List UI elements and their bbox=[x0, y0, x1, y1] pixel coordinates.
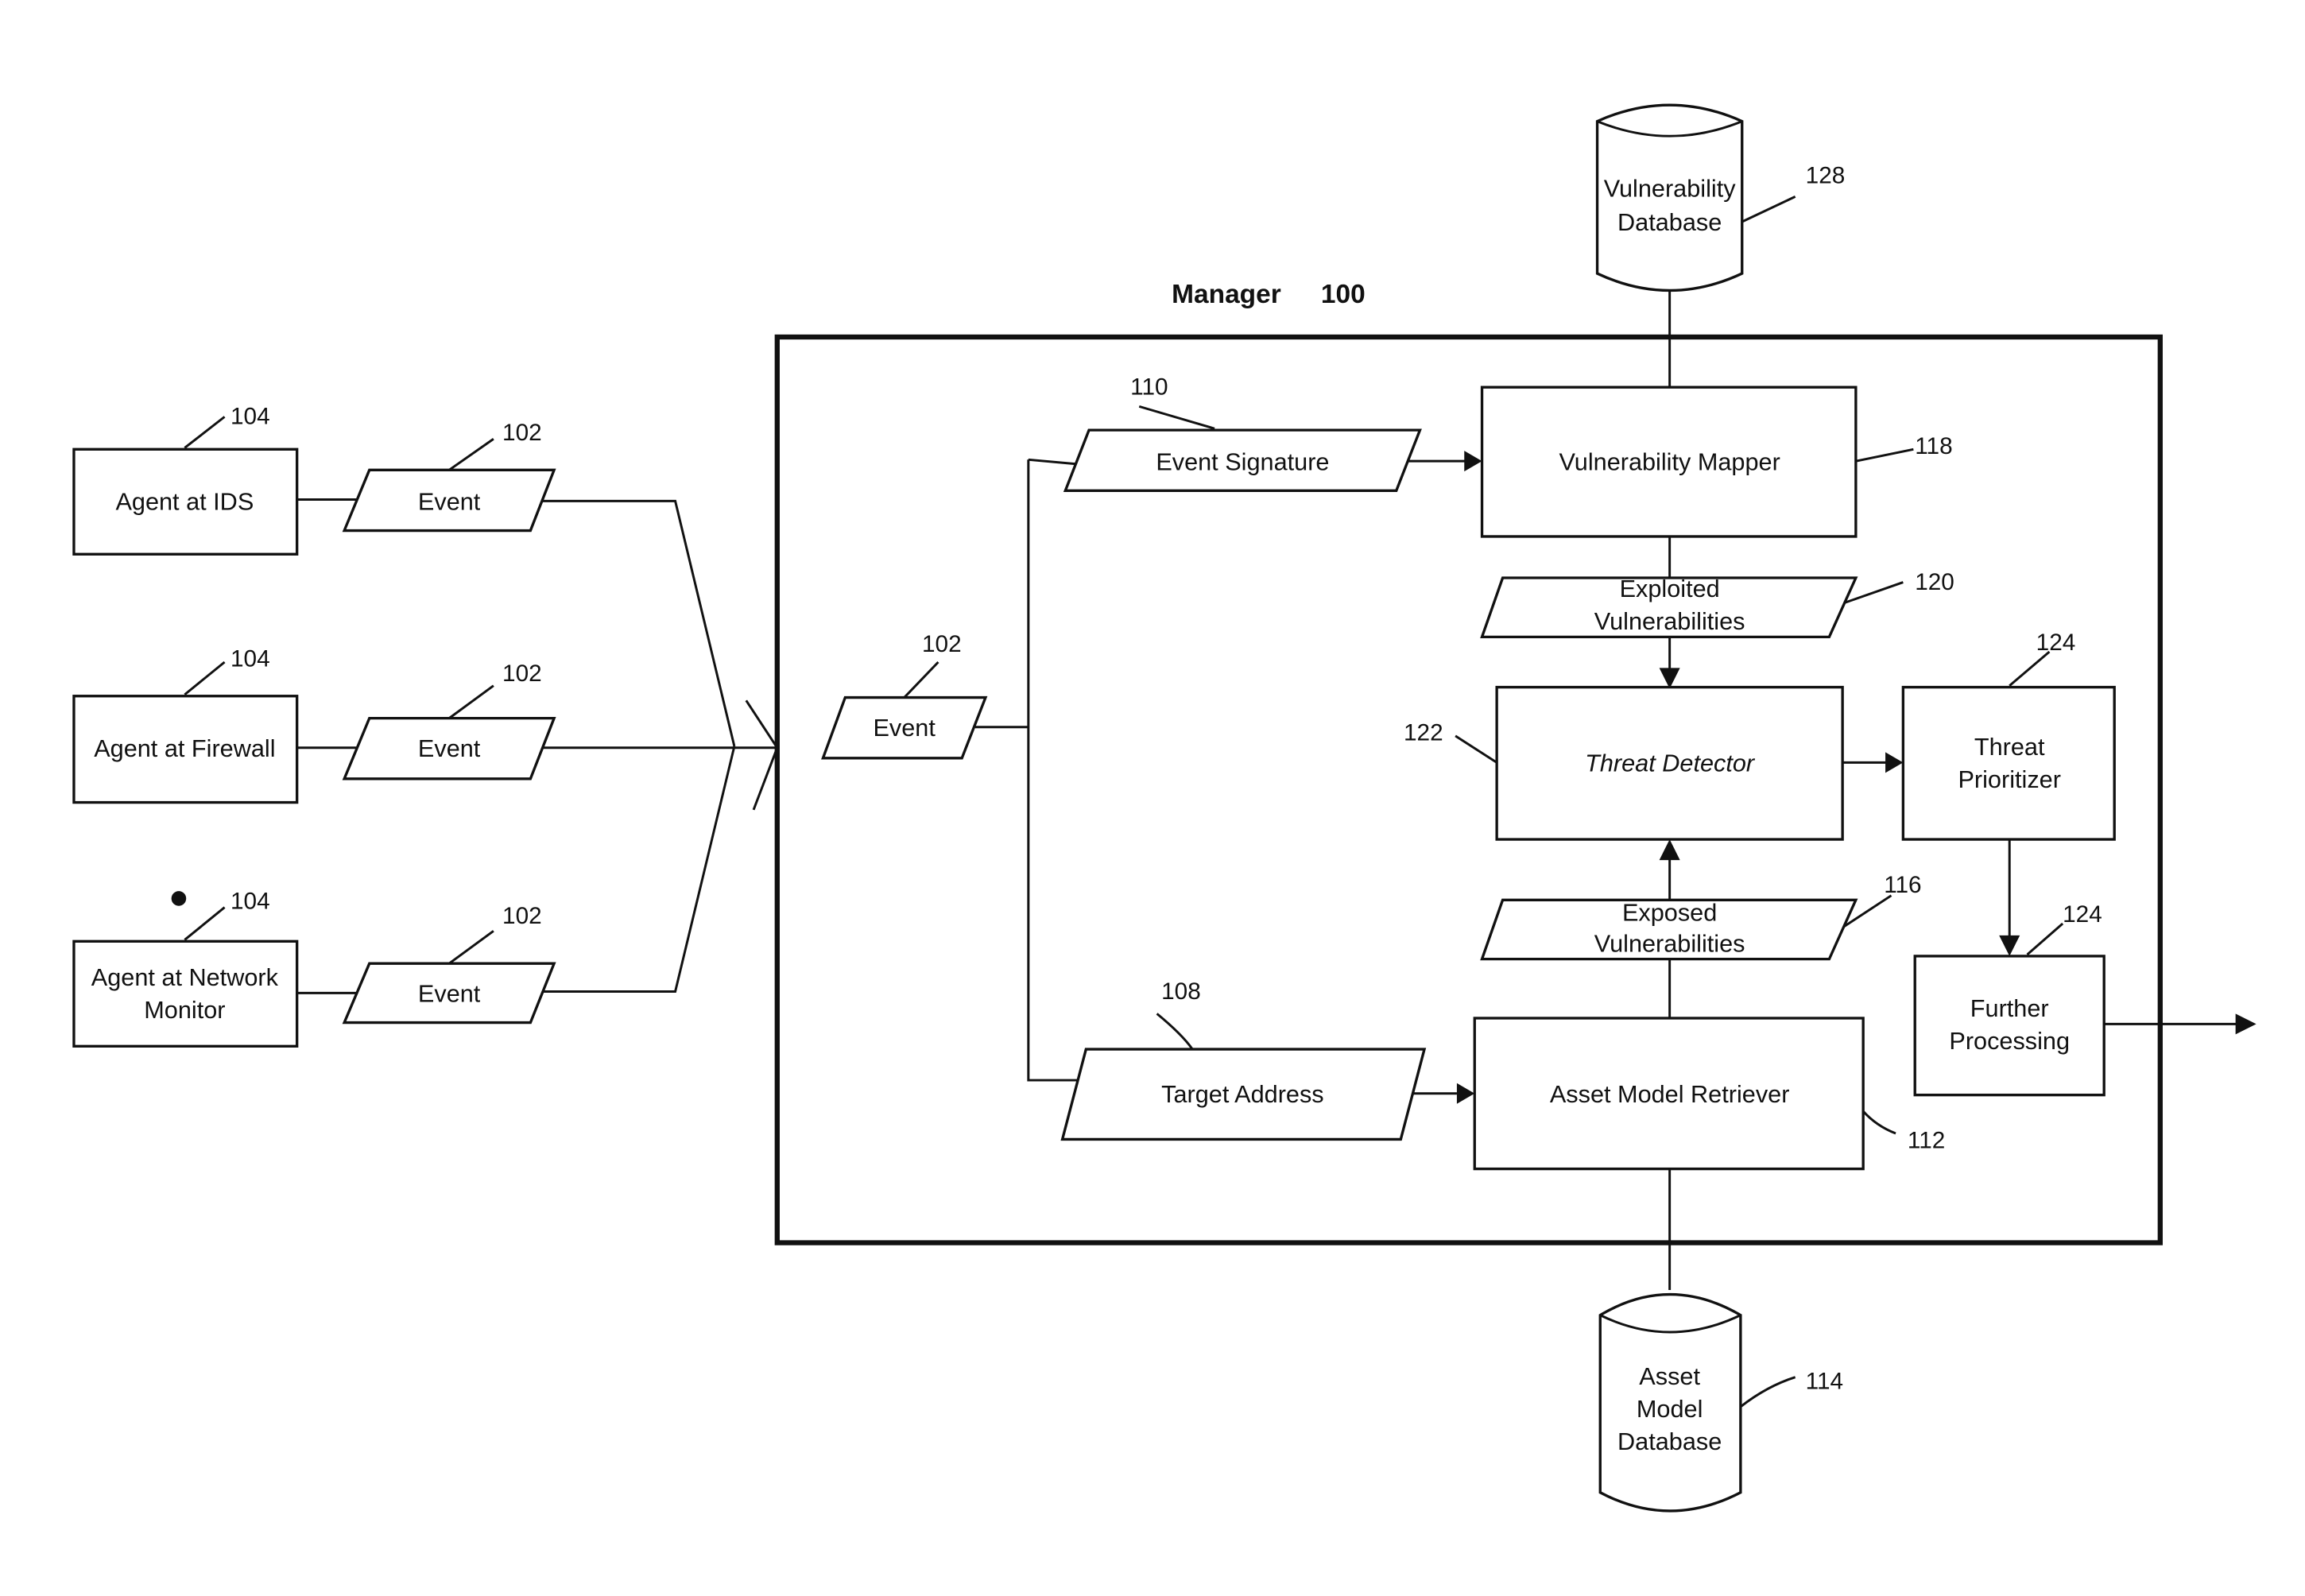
vulnerability-database-label-2: Database bbox=[1617, 209, 1722, 236]
exposed-vulnerabilities-label-2: Vulnerabilities bbox=[1594, 930, 1745, 957]
threat-prioritizer-label-1: Threat bbox=[1974, 734, 2045, 761]
arrow-to-detector-bottom bbox=[1659, 839, 1680, 861]
event-signature-label: Event Signature bbox=[1156, 448, 1329, 475]
event-1-label: Event bbox=[418, 488, 481, 515]
vulnerability-database: Vulnerability Database 128 bbox=[1595, 103, 1846, 292]
arrow-to-prioritizer bbox=[1885, 752, 1904, 773]
agent-network-monitor-label-2: Monitor bbox=[144, 997, 225, 1024]
threat-prioritizer: Threat Prioritizer 124 bbox=[1901, 629, 2116, 841]
event-2: Event 102 bbox=[296, 660, 777, 781]
arrow-to-detector-top bbox=[1659, 668, 1680, 689]
arrow-to-further bbox=[1999, 935, 2020, 956]
asset-model-database-label-1: Asset bbox=[1639, 1363, 1700, 1390]
exploited-vulnerabilities-label-2: Vulnerabilities bbox=[1594, 608, 1745, 635]
exposed-vulnerabilities-label-1: Exposed bbox=[1622, 899, 1717, 926]
event-3-ref: 102 bbox=[502, 903, 542, 929]
output-arrow bbox=[2235, 1013, 2257, 1035]
threat-detector: Threat Detector 122 bbox=[1404, 685, 1844, 841]
manager-title: Manager bbox=[1172, 280, 1281, 309]
exposed-vulnerabilities-ref: 116 bbox=[1884, 872, 1921, 898]
arrow-to-retriever bbox=[1456, 1083, 1475, 1104]
further-processing-label-2: Processing bbox=[1949, 1028, 2070, 1055]
inner-event-label: Event bbox=[873, 715, 936, 742]
agent-network-monitor-box bbox=[72, 939, 299, 1048]
threat-prioritizer-ref: 124 bbox=[2036, 629, 2076, 656]
agent-ids: Agent at IDS 104 bbox=[72, 404, 299, 556]
agent-firewall-ref: 104 bbox=[230, 646, 270, 672]
dot-marker bbox=[171, 891, 187, 906]
inner-event: Event 102 bbox=[821, 631, 988, 760]
event-1: Event 102 bbox=[296, 420, 736, 747]
exploited-vulnerabilities-label-1: Exploited bbox=[1620, 575, 1720, 602]
vulnerability-mapper: Vulnerability Mapper 118 bbox=[1480, 385, 1953, 538]
asset-model-database-label-3: Database bbox=[1617, 1428, 1722, 1455]
manager-ref: 100 bbox=[1321, 280, 1366, 309]
further-processing-ref: 124 bbox=[2063, 901, 2102, 928]
event-3: Event 102 bbox=[296, 746, 736, 1025]
exploited-vulnerabilities-ref: 120 bbox=[1915, 569, 1954, 595]
threat-prioritizer-label-2: Prioritizer bbox=[1958, 766, 2060, 793]
event-2-label: Event bbox=[418, 735, 481, 762]
agent-firewall: Agent at Firewall 104 bbox=[72, 646, 299, 804]
asset-model-database: Asset Model Database 114 bbox=[1598, 1292, 1843, 1513]
agent-ids-ref: 104 bbox=[230, 404, 270, 430]
event-2-ref: 102 bbox=[502, 660, 542, 687]
vulnerability-mapper-ref: 118 bbox=[1915, 433, 1952, 459]
event-signature-ref: 110 bbox=[1130, 374, 1168, 401]
agent-network-monitor: Agent at Network Monitor 104 bbox=[72, 888, 299, 1048]
inner-event-ref: 102 bbox=[922, 631, 962, 657]
target-address: Target Address 108 bbox=[1060, 978, 1475, 1141]
agent-ids-label: Agent at IDS bbox=[115, 488, 254, 515]
agent-network-monitor-ref: 104 bbox=[230, 888, 270, 914]
diagram: Manager 100 Agent at IDS 104 Agent at Fi… bbox=[72, 103, 2257, 1513]
threat-detector-label: Threat Detector bbox=[1585, 750, 1756, 777]
threat-prioritizer-box bbox=[1901, 685, 2116, 841]
target-address-label: Target Address bbox=[1161, 1081, 1324, 1108]
vulnerability-mapper-label: Vulnerability Mapper bbox=[1559, 448, 1780, 475]
asset-model-retriever-ref: 112 bbox=[1908, 1128, 1945, 1154]
event-signature: Event Signature 110 bbox=[1063, 374, 1482, 493]
agent-network-monitor-label-1: Agent at Network bbox=[91, 964, 279, 991]
threat-detector-ref: 122 bbox=[1404, 719, 1443, 746]
exploited-vulnerabilities: Exploited Vulnerabilities 120 bbox=[1480, 569, 1954, 639]
agent-firewall-label: Agent at Firewall bbox=[94, 735, 275, 762]
event-3-label: Event bbox=[418, 981, 481, 1008]
exposed-vulnerabilities: Exposed Vulnerabilities 116 bbox=[1480, 872, 1922, 961]
further-processing-label-1: Further bbox=[1970, 995, 2049, 1022]
vulnerability-database-ref: 128 bbox=[1806, 163, 1846, 189]
event-1-ref: 102 bbox=[502, 420, 542, 446]
asset-model-database-ref: 114 bbox=[1806, 1369, 1843, 1395]
vulnerability-database-label-1: Vulnerability bbox=[1604, 175, 1737, 202]
further-processing-box bbox=[1913, 955, 2105, 1097]
asset-model-retriever-label: Asset Model Retriever bbox=[1550, 1081, 1790, 1108]
asset-model-retriever: Asset Model Retriever 112 bbox=[1473, 1017, 1945, 1171]
target-address-ref: 108 bbox=[1161, 978, 1201, 1005]
arrow-to-mapper bbox=[1464, 451, 1482, 472]
entry-arrow bbox=[745, 699, 779, 811]
asset-model-database-label-2: Model bbox=[1637, 1396, 1703, 1423]
